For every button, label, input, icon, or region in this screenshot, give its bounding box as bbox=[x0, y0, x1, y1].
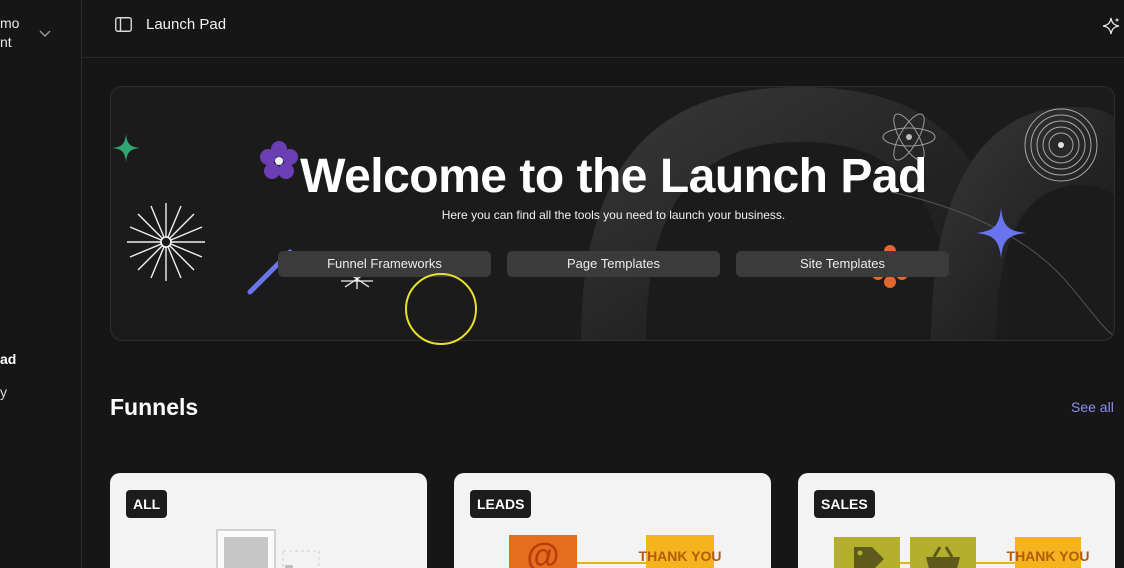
card-tag: ALL bbox=[126, 490, 168, 518]
funnel-card-all[interactable]: ALL bbox=[110, 473, 427, 568]
thank-you-label: THANK YOU bbox=[639, 548, 722, 564]
sidebar: mo nt ad y bbox=[0, 0, 82, 568]
funnel-diagram-illustration: @ THANK YOU bbox=[509, 535, 722, 568]
card-tag: SALES bbox=[814, 490, 875, 518]
funnel-card-leads[interactable]: LEADS @ THANK YOU bbox=[454, 473, 771, 568]
card-tag: LEADS bbox=[470, 490, 532, 518]
site-templates-button[interactable]: Site Templates bbox=[736, 251, 949, 277]
sidebar-item-library[interactable]: y bbox=[0, 384, 7, 400]
funnel-frameworks-button[interactable]: Funnel Frameworks bbox=[278, 251, 491, 277]
hero-title: Welcome to the Launch Pad bbox=[300, 150, 927, 203]
at-symbol-icon: @ bbox=[526, 537, 559, 568]
thank-you-label: THANK YOU bbox=[1007, 548, 1090, 564]
shopping-basket-icon bbox=[926, 557, 960, 568]
funnel-diagram-illustration: THANK YOU bbox=[834, 537, 1090, 568]
funnel-diagram-illustration bbox=[216, 529, 320, 568]
top-header: Launch Pad bbox=[82, 0, 1124, 58]
funnel-card-sales[interactable]: SALES THANK YOU bbox=[798, 473, 1115, 568]
chevron-down-icon[interactable] bbox=[38, 26, 52, 40]
workspace-name-line2: nt bbox=[0, 34, 12, 50]
cursor-highlight-ring bbox=[405, 273, 477, 345]
hero-banner: Welcome to the Launch Pad Here you can f… bbox=[110, 86, 1115, 341]
see-all-link[interactable]: See all bbox=[1071, 399, 1114, 415]
funnels-section-title: Funnels bbox=[110, 394, 199, 420]
page-title: Launch Pad bbox=[146, 16, 227, 33]
sidebar-toggle-icon[interactable] bbox=[115, 17, 132, 32]
workspace-switcher[interactable]: mo nt bbox=[0, 14, 19, 52]
sidebar-item-launch-pad[interactable]: ad bbox=[0, 351, 16, 367]
hero-subtitle: Here you can find all the tools you need… bbox=[441, 208, 786, 222]
page-templates-button[interactable]: Page Templates bbox=[507, 251, 720, 277]
sparkle-icon[interactable] bbox=[1101, 16, 1121, 36]
workspace-name-line1: mo bbox=[0, 15, 20, 31]
